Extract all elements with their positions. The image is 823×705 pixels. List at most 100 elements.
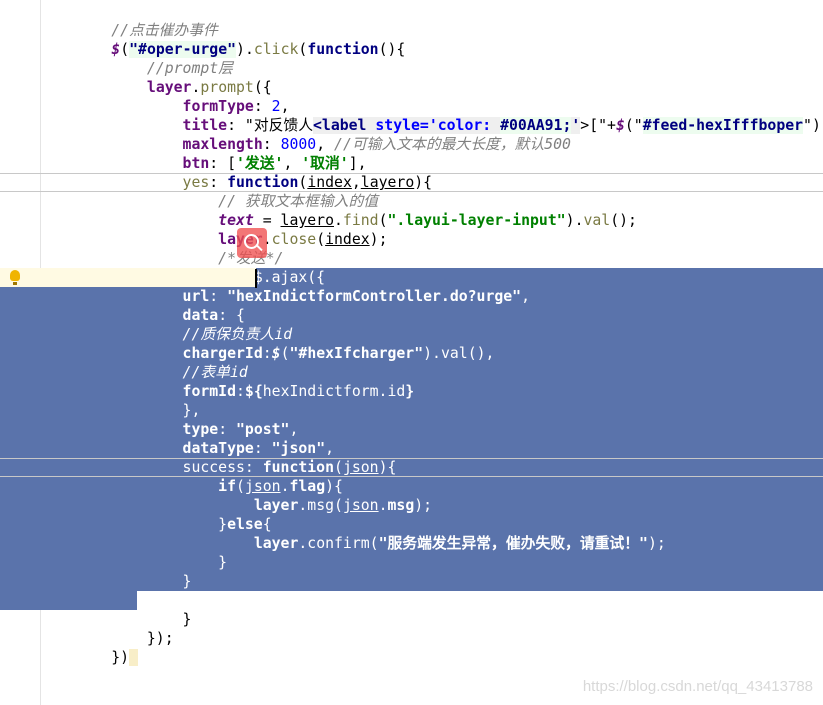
code-text: success: function(json){	[40, 459, 397, 476]
code-token: $	[615, 117, 625, 134]
code-token: : [	[209, 155, 237, 172]
code-token: type	[182, 421, 219, 438]
code-token: :	[253, 440, 272, 457]
code-line[interactable]: formType: 2,	[0, 97, 823, 116]
code-token: $.ajax({	[253, 269, 326, 286]
code-text: //prompt层	[40, 59, 233, 78]
code-text: maxlength: 8000, //可输入文本的最大长度，默认500	[40, 135, 571, 154]
code-line[interactable]: layer.confirm("服务端发生异常，催办失败，请重试！");	[0, 534, 823, 553]
code-text: });	[40, 591, 174, 610]
code-token: }	[40, 611, 192, 628]
code-token: function	[262, 459, 335, 476]
code-line[interactable]: $("#oper-urge").click(function(){	[0, 40, 823, 59]
code-line[interactable]: }else{	[0, 515, 823, 534]
code-line[interactable]: //prompt层	[0, 59, 823, 78]
code-line[interactable]: }	[0, 572, 823, 591]
code-token: dataType	[182, 440, 254, 457]
code-token: maxlength	[182, 136, 263, 153]
code-token: }	[40, 573, 192, 590]
code-token: json	[342, 459, 379, 476]
code-line[interactable]: // 获取文本框输入的值	[0, 192, 823, 211]
code-text: // 获取文本框输入的值	[40, 192, 378, 211]
code-token: (	[236, 478, 245, 495]
code-token: val	[583, 212, 611, 229]
code-line[interactable]: text = layero.find(".layui-layer-input")…	[0, 211, 823, 230]
code-token: {	[262, 516, 272, 533]
code-token: msg	[307, 497, 335, 514]
code-token: })	[40, 649, 130, 666]
code-line[interactable]: type: "post",	[0, 420, 823, 439]
code-line[interactable]: success: function(json){	[0, 458, 823, 477]
selection-highlight	[256, 268, 823, 287]
code-token: ").	[803, 117, 823, 134]
code-token: '取消'	[301, 155, 349, 172]
code-line[interactable]: chargerId:$("#hexIfcharger").val(),	[0, 344, 823, 363]
code-token: "#hexIfcharger"	[289, 345, 424, 362]
code-token: msg	[387, 497, 415, 514]
code-text: chargerId:$("#hexIfcharger").val(),	[40, 344, 495, 363]
code-text: //质保负责人id	[40, 325, 293, 344]
code-line[interactable]: btn: ['发送', '取消'],	[0, 154, 823, 173]
code-token: layer	[253, 535, 299, 552]
code-line[interactable]: dataType: "json",	[0, 439, 823, 458]
code-token: ){	[325, 478, 343, 495]
search-zoom-icon[interactable]	[237, 228, 267, 258]
code-editor[interactable]: //点击催办事件 $("#oper-urge").click(function(…	[0, 21, 823, 667]
code-line[interactable]: },	[0, 401, 823, 420]
code-token: }	[40, 554, 228, 571]
code-token: );	[369, 231, 388, 248]
code-line[interactable]: });	[0, 629, 823, 648]
code-token: :	[262, 345, 272, 362]
code-token: '发送'	[236, 155, 284, 172]
code-token: find	[342, 212, 379, 229]
code-token: url	[182, 288, 210, 305]
code-text: });	[40, 629, 174, 648]
code-token: ).	[565, 212, 584, 229]
code-token: }	[40, 516, 228, 533]
code-line[interactable]: });	[0, 591, 823, 610]
code-token: (	[298, 174, 308, 191]
code-line[interactable]: }	[0, 610, 823, 629]
code-line[interactable]: })	[0, 648, 823, 667]
code-token: function	[307, 41, 379, 58]
code-line[interactable]: title: "对反馈人<label style='color: #00AA91…	[0, 116, 823, 135]
code-line[interactable]: }	[0, 553, 823, 572]
code-line[interactable]: data: {	[0, 306, 823, 325]
code-token: >["+	[580, 117, 616, 134]
code-line[interactable]: $.ajax({	[0, 268, 823, 287]
lightbulb-icon[interactable]	[10, 270, 20, 285]
code-line[interactable]: yes: function(index,layero){	[0, 173, 823, 192]
code-token: formId	[182, 383, 236, 400]
code-text: if(json.flag){	[40, 477, 343, 496]
code-token: //点击催办事件	[40, 22, 218, 39]
code-line[interactable]: layer.close(index);	[0, 230, 823, 249]
code-line[interactable]: /*发送*/	[0, 249, 823, 268]
code-line[interactable]: layer.msg(json.msg);	[0, 496, 823, 515]
code-line[interactable]: //表单id	[0, 363, 823, 382]
code-token: :	[209, 288, 228, 305]
brace-match-highlight	[129, 649, 139, 666]
code-token: ],	[348, 155, 367, 172]
code-token: ,	[283, 155, 302, 172]
code-line[interactable]: formId:${hexIndictform.id}	[0, 382, 823, 401]
code-line[interactable]: //点击催办事件	[0, 21, 823, 40]
code-token: hexIndictform.id	[262, 383, 406, 400]
code-line[interactable]: layer.prompt({	[0, 78, 823, 97]
code-token: <label	[313, 117, 376, 134]
code-token: (	[369, 535, 379, 552]
code-token: data	[182, 307, 219, 324]
code-token: (	[120, 41, 130, 58]
text-cursor	[255, 269, 257, 288]
code-line[interactable]: url: "hexIndictformController.do?urge",	[0, 287, 823, 306]
code-line[interactable]: maxlength: 8000, //可输入文本的最大长度，默认500	[0, 135, 823, 154]
code-line[interactable]: if(json.flag){	[0, 477, 823, 496]
code-token: ){	[414, 174, 433, 191]
code-token: ,	[280, 98, 290, 115]
code-text: layer.msg(json.msg);	[40, 496, 432, 515]
code-token: ,	[351, 174, 361, 191]
code-line[interactable]: //质保负责人id	[0, 325, 823, 344]
code-token: :	[218, 421, 237, 438]
